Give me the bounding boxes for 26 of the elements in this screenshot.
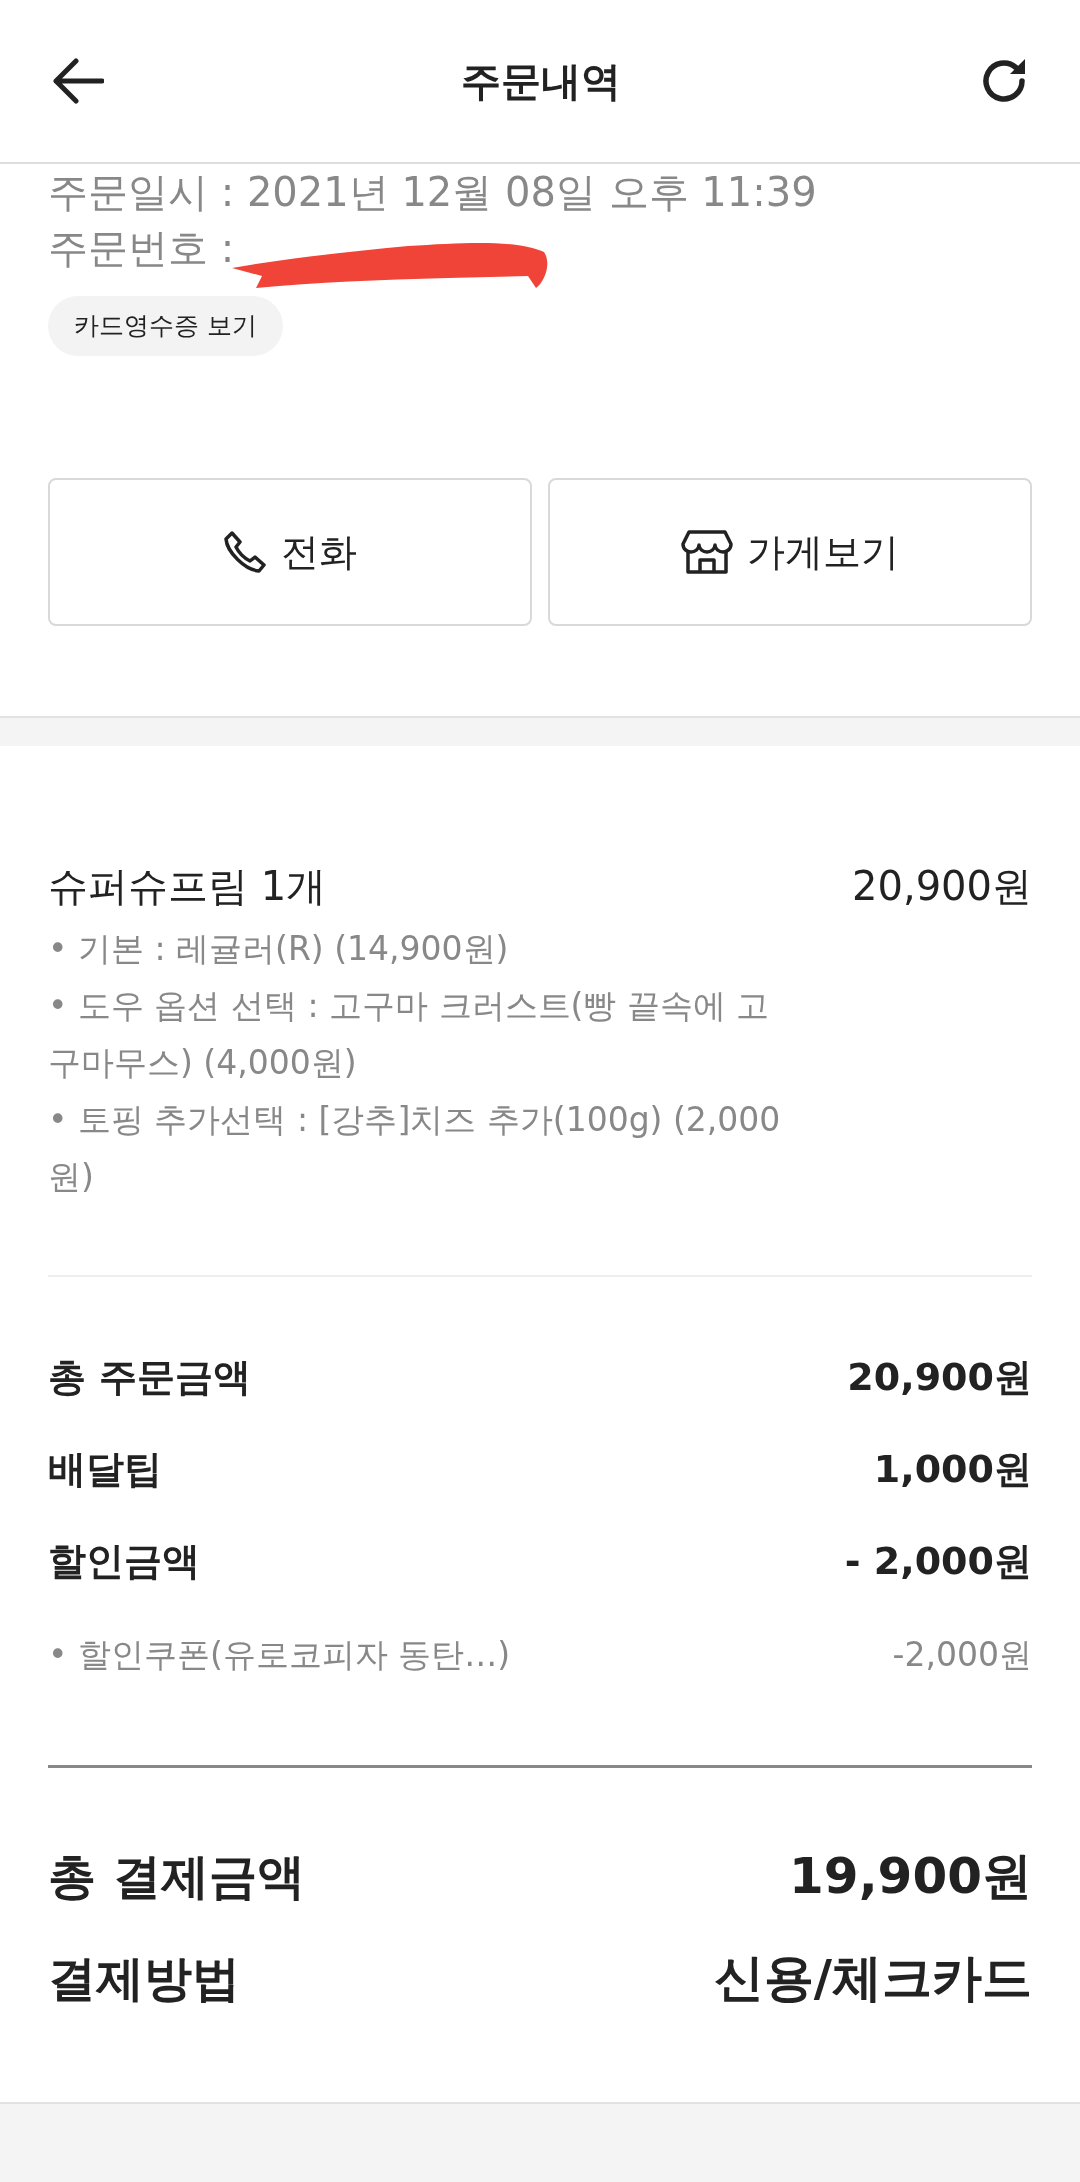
order-date: 주문일시 : 2021년 12월 08일 오후 11:39: [48, 168, 818, 217]
call-button[interactable]: 전화: [48, 478, 532, 626]
payment-label: 결제방법: [48, 1949, 240, 2008]
card-receipt-button[interactable]: 카드영수증 보기: [48, 296, 283, 356]
phone-icon: [223, 530, 267, 574]
menu-item-price: 20,900원: [852, 862, 1032, 911]
option-text: • 토핑 추가선택 : [강추]치즈 추가(100g) (2,000원): [48, 1099, 782, 1198]
payment-value: 19,900원: [789, 1846, 1032, 1907]
store-icon: [681, 529, 733, 575]
option-text: • 도우 옵션 선택 : 고구마 크러스트(빵 끝속에 고구마무스) (4,000원): [48, 985, 771, 1084]
payment-value: 신용/체크카드: [713, 1948, 1032, 2009]
summary-value: - 2,000원: [844, 1538, 1032, 1585]
summary-label: 배달팁: [48, 1446, 162, 1493]
menu-item-name: 슈퍼슈프림 1개: [48, 862, 327, 911]
page-title: 주문내역: [461, 57, 621, 106]
back-icon[interactable]: [50, 58, 104, 104]
option-text: • 기본 : 레귤러(R) (14,900원): [48, 928, 510, 970]
order-number-label: 주문번호 :: [48, 224, 235, 273]
store-button[interactable]: 가게보기: [548, 478, 1032, 626]
discount-value: -2,000원: [892, 1634, 1032, 1676]
summary-value: 1,000원: [873, 1446, 1032, 1493]
summary-label: 할인금액: [48, 1538, 200, 1585]
summary-value: 20,900원: [847, 1354, 1032, 1401]
payment-label: 총 결제금액: [48, 1847, 305, 1906]
discount-label: • 할인쿠폰(유로코피자 동탄…): [48, 1634, 511, 1676]
summary-label: 총 주문금액: [48, 1354, 252, 1401]
